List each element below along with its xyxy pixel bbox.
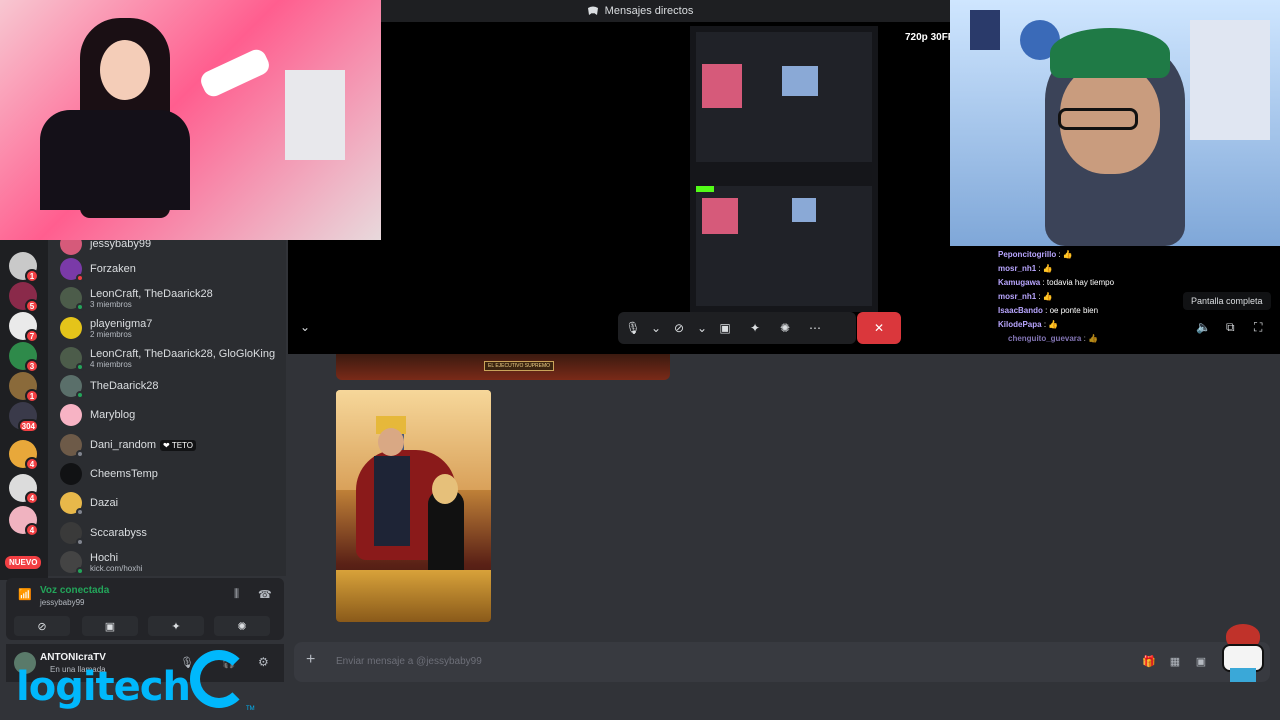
status-indicator xyxy=(76,508,84,516)
server-icon[interactable]: 4 xyxy=(9,440,39,471)
message-input[interactable]: Enviar mensaje a @jessybaby99 xyxy=(336,656,482,667)
chat-line: mosr_nh1 : 👍 xyxy=(998,264,1053,273)
dm-item-dazai[interactable]: Dazai xyxy=(56,489,280,517)
avatar xyxy=(60,404,82,426)
fullscreen-icon[interactable]: ⛶ xyxy=(1254,320,1262,335)
server-icon[interactable]: 4 xyxy=(9,474,39,505)
voice-panel: 📶 Voz conectada jessybaby99 ⫼ ☎ ⊘ ▣ ✦ ✺ xyxy=(6,578,284,640)
sticker-icon[interactable]: ▣ xyxy=(1194,655,1208,669)
chevron-down-icon[interactable]: ⌄ xyxy=(694,312,710,344)
voice-channel[interactable]: jessybaby99 xyxy=(40,598,84,607)
status-indicator xyxy=(76,363,84,371)
avatar xyxy=(60,317,82,339)
camera-off-button[interactable]: ⊘ xyxy=(14,616,70,636)
chat-line: IsaacBando : oe ponte bien xyxy=(998,306,1099,315)
soundboard-button[interactable]: ✺ xyxy=(214,616,270,636)
call-controls: 🎙 ⌄ ⊘ ⌄ ▣ ✦ ✺ ⋯ xyxy=(618,312,856,344)
avatar xyxy=(60,287,84,311)
chevron-down-icon[interactable]: ⌄ xyxy=(300,320,310,334)
direct-messages-icon xyxy=(587,6,598,15)
window-title: Mensajes directos xyxy=(604,5,694,17)
avatar xyxy=(60,375,84,399)
server-icon[interactable]: 7 xyxy=(9,312,39,343)
status-indicator xyxy=(76,391,84,399)
avatar xyxy=(60,347,84,371)
dm-item-maryblog[interactable]: Maryblog xyxy=(56,401,280,429)
dm-item-group[interactable]: playenigma7 2 miembros xyxy=(56,314,280,342)
avatar xyxy=(60,240,82,255)
mascot-sticker xyxy=(1218,624,1268,682)
server-icon[interactable]: 304 xyxy=(9,402,39,433)
server-icon[interactable]: 1 xyxy=(9,372,39,403)
dm-item-dani-random[interactable]: Dani_random ❤ TETO xyxy=(56,431,280,459)
avatar xyxy=(60,522,84,546)
message-composer: + Enviar mensaje a @jessybaby99 🎁 ▦ ▣ ☺ xyxy=(294,642,1270,682)
dm-item-forzaken[interactable]: Forzaken xyxy=(56,255,280,283)
dm-item-group[interactable]: LeonCraft, TheDaarick28 3 miembros xyxy=(56,284,280,312)
voice-status: Voz conectada xyxy=(40,585,110,596)
disconnect-icon[interactable]: ☎ xyxy=(258,588,272,601)
image-caption: EL EJECUTIVO SUPREMO xyxy=(484,361,555,371)
image-attachment[interactable] xyxy=(336,390,491,622)
avatar xyxy=(60,463,82,485)
gif-icon[interactable]: ▦ xyxy=(1168,655,1182,669)
more-icon[interactable]: ⋯ xyxy=(800,312,830,344)
new-badge: NUEVO xyxy=(5,556,42,569)
screen-share-icon[interactable]: ▣ xyxy=(710,312,740,344)
activities-button[interactable]: ✦ xyxy=(148,616,204,636)
avatar xyxy=(60,434,84,458)
chevron-down-icon[interactable]: ⌄ xyxy=(648,312,664,344)
dm-item-sccarabyss[interactable]: Sccarabyss xyxy=(56,519,280,547)
dm-item-cheemstemp[interactable]: CheemsTemp xyxy=(56,460,280,488)
noise-suppression-icon[interactable]: ⫼ xyxy=(234,588,239,601)
trademark: TM xyxy=(246,706,255,712)
chat-line: Peponcitogrillo : 👍 xyxy=(998,250,1073,259)
dm-item-hochi[interactable]: Hochi kick.com/hoxhi xyxy=(56,548,280,576)
webcam-left xyxy=(0,0,381,240)
server-rail: 1 5 7 3 1 304 4 4 4 NUEVO xyxy=(0,240,48,580)
dm-item-group[interactable]: LeonCraft, TheDaarick28, GloGloKing 4 mie… xyxy=(56,344,280,372)
guild-tag: ❤ TETO xyxy=(160,439,197,451)
logitech-logo: logitech xyxy=(16,664,191,710)
status-indicator xyxy=(76,450,84,458)
server-icon[interactable]: 4 xyxy=(9,506,39,537)
volume-icon[interactable]: 🔈 xyxy=(1196,320,1211,334)
shared-screen-preview xyxy=(690,26,878,312)
chat-line: Kamugawa : todavia hay tiempo xyxy=(998,278,1115,287)
server-icon[interactable]: 3 xyxy=(9,342,39,373)
mic-icon[interactable]: 🎙 xyxy=(618,312,648,344)
gear-icon[interactable]: ⚙ xyxy=(258,655,269,669)
username[interactable]: ANTONIcraTV xyxy=(40,652,106,663)
signal-icon: 📶 xyxy=(18,589,32,601)
server-icon[interactable]: 5 xyxy=(9,282,39,313)
avatar xyxy=(60,492,84,516)
status-indicator xyxy=(76,303,84,311)
soundboard-icon[interactable]: ✺ xyxy=(770,312,800,344)
camera-off-icon[interactable]: ⊘ xyxy=(664,312,694,344)
end-call-button[interactable]: ✕ xyxy=(857,312,901,344)
status-indicator xyxy=(76,538,84,546)
status-indicator xyxy=(76,567,84,575)
webcam-right xyxy=(950,0,1280,246)
add-attachment-icon[interactable]: + xyxy=(306,651,315,669)
dm-item-thedaarick28[interactable]: TheDaarick28 xyxy=(56,372,280,400)
avatar xyxy=(60,258,84,282)
chat-line: chenguito_guevara : 👍 xyxy=(1008,334,1098,343)
fullscreen-tooltip: Pantalla completa xyxy=(1183,292,1271,310)
server-icon[interactable]: 1 xyxy=(9,252,39,283)
status-indicator xyxy=(76,274,84,282)
chat-line: KilodePapa : 👍 xyxy=(998,320,1059,329)
chat-line: mosr_nh1 : 👍 xyxy=(998,292,1053,301)
avatar xyxy=(60,551,84,575)
gift-icon[interactable]: 🎁 xyxy=(1142,655,1156,669)
dm-list: jessybaby99 Forzaken LeonCraft, TheDaari… xyxy=(48,240,286,576)
screen-share-button[interactable]: ▣ xyxy=(82,616,138,636)
popout-icon[interactable]: ⧉ xyxy=(1226,320,1235,335)
logitech-g-logo xyxy=(190,650,248,708)
activities-icon[interactable]: ✦ xyxy=(740,312,770,344)
